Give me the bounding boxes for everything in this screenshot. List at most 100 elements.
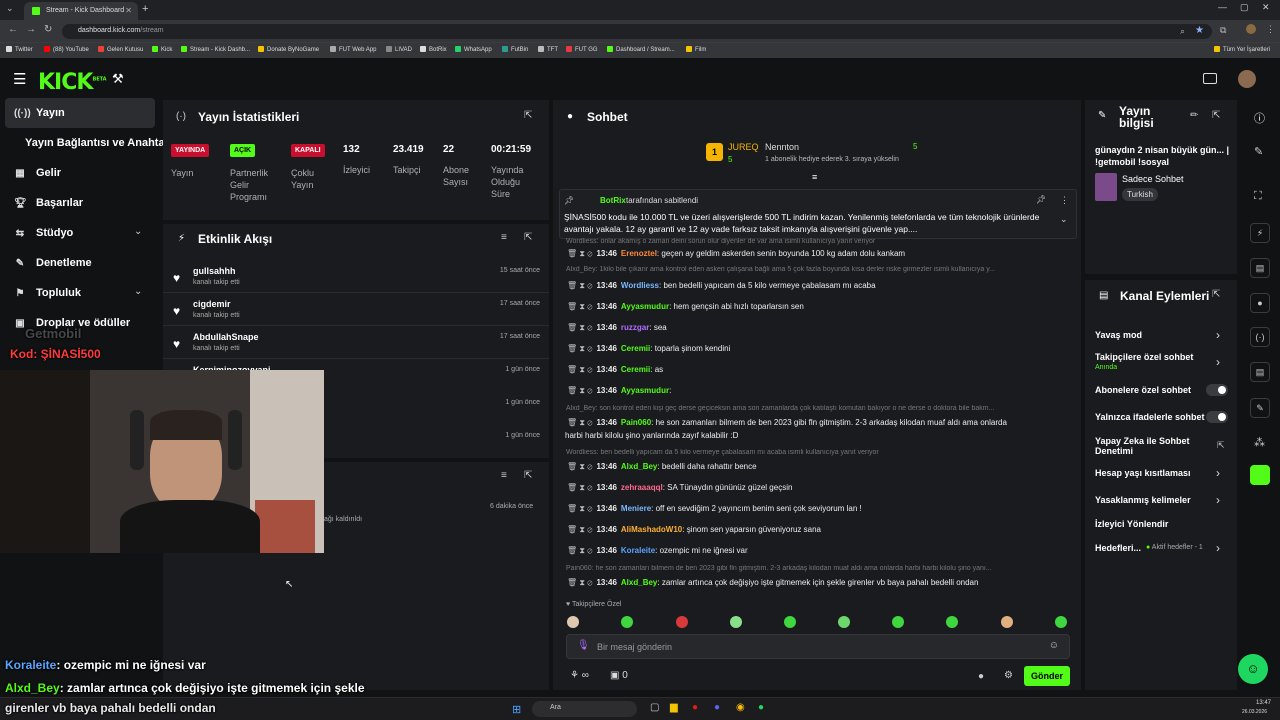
rail-chat-icon[interactable]: ● xyxy=(1250,293,1270,313)
chat-username[interactable]: Erenoztel xyxy=(621,249,657,258)
mod-actions-icon[interactable]: 🗑︎ ⧗ ⊘ xyxy=(567,249,592,258)
bookmark-twitter[interactable]: Twitter xyxy=(6,46,33,53)
filter-icon[interactable]: ≡ xyxy=(501,470,507,481)
forward-icon[interactable]: → xyxy=(26,24,36,35)
tab-active[interactable]: Stream - Kick Dashboard ✕ xyxy=(24,2,138,20)
mod-actions-icon[interactable]: 🗑︎ ⧗ ⊘ xyxy=(567,365,592,374)
account-age-item[interactable]: Hesap yaşı kısıtlaması xyxy=(1095,468,1191,478)
emote-icon[interactable] xyxy=(567,616,579,628)
tag-badge[interactable]: Turkish xyxy=(1122,188,1158,201)
taskbar-search[interactable]: Ara xyxy=(532,701,637,717)
chat-username[interactable]: Alxd_Bey xyxy=(621,462,657,471)
chat-username[interactable]: Ceremii xyxy=(621,344,650,353)
chat-message[interactable]: 🗑︎ ⧗ ⊘ 13:46 Wordliess: ben bedelli yapıca… xyxy=(567,281,1072,291)
discord-icon[interactable]: ● xyxy=(714,702,720,713)
pencil-icon[interactable]: ✎ xyxy=(1254,145,1263,158)
chat-username[interactable]: zehraaaqql xyxy=(621,483,663,492)
subscriber-only-toggle[interactable] xyxy=(1206,384,1228,396)
chrome-icon[interactable]: ◉ xyxy=(736,702,745,713)
emote-icon[interactable] xyxy=(1001,616,1013,628)
popout-icon[interactable]: ⇱ xyxy=(524,232,532,243)
bookmark-mail[interactable]: Gelen Kutusu xyxy=(98,46,143,53)
chevron-right-icon[interactable]: › xyxy=(1216,328,1220,342)
windows-start-icon[interactable]: ⊞ xyxy=(512,703,521,716)
profile-icon[interactable] xyxy=(1246,24,1256,34)
collapse-icon[interactable]: ≡ xyxy=(812,172,817,182)
sidebar-item-moderation[interactable]: ✎ Denetleme xyxy=(14,257,92,269)
raid-item[interactable]: İzleyici Yönlendir xyxy=(1095,519,1168,529)
rail-channel-icon[interactable]: ▤ xyxy=(1250,362,1270,382)
banned-words-item[interactable]: Yasaklanmış kelimeler xyxy=(1095,495,1191,505)
bookmark-youtube[interactable]: (88) YouTube xyxy=(44,46,89,53)
emote-icon[interactable] xyxy=(946,616,958,628)
chevron-right-icon[interactable]: › xyxy=(1216,466,1220,480)
filter-icon[interactable]: ≡ xyxy=(501,232,507,243)
edit-icon[interactable]: ✏ xyxy=(1190,110,1198,121)
mod-actions-icon[interactable]: 🗑︎ ⧗ ⊘ xyxy=(567,302,592,311)
mod-actions-icon[interactable]: 🗑︎ ⧗ ⊘ xyxy=(567,418,592,427)
kick-logo[interactable]: KICKBETA xyxy=(38,70,107,95)
browser-menu-icon[interactable]: ⋮ xyxy=(1266,24,1275,35)
gear-icon[interactable]: ⚙ xyxy=(1004,670,1013,681)
chat-message[interactable]: 🗑︎ ⧗ ⊘ 13:46 Ayyasmudur: xyxy=(567,386,1072,396)
chat-message[interactable]: 🗑︎ ⧗ ⊘ 13:46 AliMashadoW10: şinom sen yapa… xyxy=(567,525,1072,535)
chat-message[interactable]: 🗑︎ ⧗ ⊘ 13:46 ruzzgar: sea xyxy=(567,323,1072,333)
tab-menu-icon[interactable]: ⌄ xyxy=(6,3,14,14)
chat-message[interactable]: 🗑︎ ⧗ ⊘ 13:46 Erenoztel: geçen ay geldim as… xyxy=(567,249,1072,259)
minimize-icon[interactable]: — xyxy=(1218,2,1227,12)
sidebar-item-community[interactable]: ⚑ Topluluk xyxy=(14,287,82,299)
chat-input[interactable]: 🎙︎ Bir mesaj gönderin ☺ xyxy=(566,634,1070,659)
bookmark-futgg[interactable]: FUT GG xyxy=(566,46,598,53)
emote-icon[interactable] xyxy=(1055,616,1067,628)
hamburger-menu-icon[interactable]: ☰ xyxy=(13,70,26,88)
chevron-down-icon[interactable]: ⌄ xyxy=(1060,214,1068,225)
mod-actions-icon[interactable]: 🗑︎ ⧗ ⊘ xyxy=(567,483,592,492)
star-icon[interactable]: ★ xyxy=(1195,25,1204,36)
rail-users-icon[interactable]: ⁂ xyxy=(1254,436,1265,449)
chat-username[interactable]: Ayyasmudur xyxy=(621,386,669,395)
bookmark-kick[interactable]: Kick xyxy=(152,46,172,53)
chat-message[interactable]: 🗑︎ ⧗ ⊘ 13:46 Ceremii: as xyxy=(567,365,1072,375)
bookmark-stream[interactable]: Stream - Kick Dashb... xyxy=(181,46,250,53)
points-icon[interactable]: ⚘ ∞ xyxy=(570,670,589,681)
chat-username[interactable]: Ayyasmudur xyxy=(621,302,669,311)
mod-actions-icon[interactable]: 🗑︎ ⧗ ⊘ xyxy=(567,281,592,290)
mod-actions-icon[interactable]: 🗑︎ ⧗ ⊘ xyxy=(567,344,592,353)
url-bar[interactable]: dashboard.kick.com/stream xyxy=(62,24,1212,39)
bookmark-tft[interactable]: TFT xyxy=(538,46,558,53)
info-icon[interactable]: ⓘ xyxy=(1254,110,1265,126)
goals-item[interactable]: Hedefleri... xyxy=(1095,543,1141,553)
chat-message[interactable]: 🗑︎ ⧗ ⊘ 13:46 Koraleite: ozempic mi ne iğne… xyxy=(567,546,1072,556)
emote-only-toggle[interactable] xyxy=(1206,411,1228,423)
back-icon[interactable]: ← xyxy=(8,24,18,35)
extensions-icon[interactable]: ⧉ xyxy=(1220,25,1226,36)
chat-username[interactable]: ruzzgar xyxy=(621,323,649,332)
sidebar-item-stream[interactable]: ((·)) Yayın xyxy=(14,107,65,119)
bookmark-film[interactable]: Film xyxy=(686,46,706,53)
assistant-bubble-icon[interactable]: ☺ xyxy=(1238,654,1268,684)
slow-mode-item[interactable]: Yavaş mod xyxy=(1095,330,1142,340)
hammer-icon[interactable]: ⚒ xyxy=(112,71,124,87)
sidebar-item-revenue[interactable]: ▦ Gelir xyxy=(14,167,61,179)
chat-message[interactable]: 🗑︎ ⧗ ⊘ 13:46 Alxd_Bey: zamlar artınca çok … xyxy=(567,578,1072,588)
all-bookmarks[interactable]: Tüm Yer İşaretleri xyxy=(1214,46,1270,53)
emoji-icon[interactable]: ☺ xyxy=(1049,640,1059,651)
popout-icon[interactable]: ⇱ xyxy=(524,110,532,121)
more-icon[interactable]: ⋮ xyxy=(1060,195,1069,206)
chat-message[interactable]: 🗑︎ ⧗ ⊘ 13:46 Alxd_Bey: bedelli daha rahatt… xyxy=(567,462,1072,472)
pin-icon[interactable]: 📌︎ xyxy=(1036,195,1046,204)
emote-icon[interactable] xyxy=(838,616,850,628)
mod-actions-icon[interactable]: 🗑︎ ⧗ ⊘ xyxy=(567,546,592,555)
gift-icon[interactable]: ▣ 0 xyxy=(610,670,628,681)
bookmark-livad[interactable]: LIVAD xyxy=(386,46,412,53)
popout-icon[interactable]: ⇱ xyxy=(524,470,532,481)
ai-moderation-item[interactable]: Yapay Zeka ile Sohbet Denetimi xyxy=(1095,436,1205,456)
bookmark-donate[interactable]: Donate ByNoGame xyxy=(258,46,319,53)
chat-username[interactable]: AliMashadoW10 xyxy=(621,525,682,534)
chevron-down-icon[interactable]: ⌄ xyxy=(134,286,142,297)
rail-app-icon[interactable] xyxy=(1250,465,1270,485)
mod-actions-icon[interactable]: 🗑︎ ⧗ ⊘ xyxy=(567,578,592,587)
mod-actions-icon[interactable]: 🗑︎ ⧗ ⊘ xyxy=(567,462,592,471)
bookmark-botrix[interactable]: BotRix xyxy=(420,46,447,53)
sidebar-item-studio[interactable]: ⇆ Stüdyo xyxy=(14,227,73,239)
